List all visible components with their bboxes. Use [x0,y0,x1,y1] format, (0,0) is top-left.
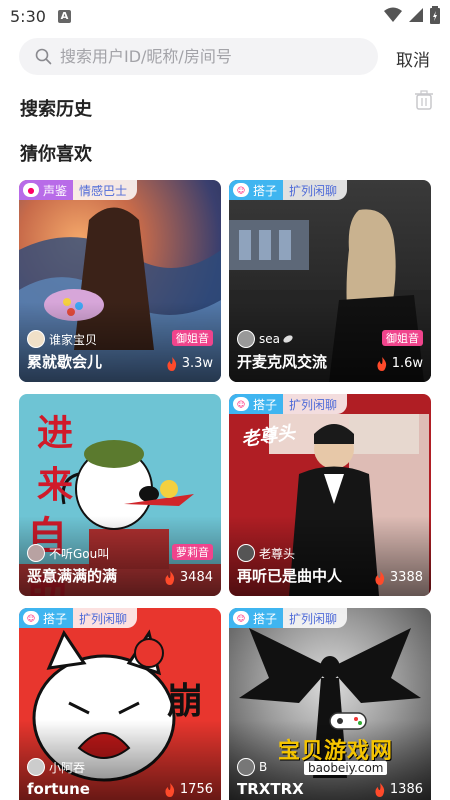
subcategory-tag: 扩列闲聊 [283,180,348,200]
host-name: B [259,760,268,774]
status-bar: 5:30 A [0,0,450,32]
flame-icon [167,356,176,371]
search-row: 取消 [0,38,450,78]
heat-count: 3388 [374,570,423,585]
emoji-icon: ☺ [233,183,249,197]
avatar [27,544,45,562]
avatar [237,544,255,562]
voice-icon: ● [23,183,39,197]
room-tags: ● 声鉴 情感巴士 [19,180,138,200]
search-box[interactable] [19,38,378,75]
flame-icon [165,782,175,797]
heat-count: 3.3w [166,356,213,371]
watermark-url: baobeiy.com [304,761,388,775]
subcategory-tag: 扩列闲聊 [283,608,348,628]
category-tag: ● 声鉴 [19,180,74,200]
emoji-icon: ☺ [233,397,249,411]
avatar [237,330,255,348]
host-name: 小阿吞 [49,760,86,775]
room-title: 再听已是曲中人 [237,567,343,585]
room-tags: ☺ 搭子 扩列闲聊 [229,180,348,200]
art-text-top: 进 来 [37,413,110,506]
status-icons [384,6,440,24]
avatar [27,758,45,776]
subcategory-tag: 扩列闲聊 [73,608,138,628]
search-icon [35,48,52,65]
room-tags: ☺ 搭子 扩列闲聊 [229,608,348,628]
room-title: fortune [27,780,90,798]
wifi-icon [384,7,402,22]
category-tag: ☺ 搭子 [19,608,74,628]
emoji-icon: ☺ [233,611,249,625]
gamepad-icon [329,712,367,730]
category-tag: ☺ 搭子 [229,608,284,628]
category-tag: ☺ 搭子 [229,180,284,200]
voice-badge: 御姐音 [382,330,423,346]
cancel-button[interactable]: 取消 [396,46,430,71]
heat-count: 1.6w [376,356,423,371]
site-watermark: 宝贝游戏网 baobeiy.com [278,712,423,785]
host-info: 不听Gou叫 [27,544,109,562]
host-info: B [237,758,267,776]
host-info: sea [237,330,293,348]
gender-icon [283,335,293,343]
battery-icon [430,6,440,24]
host-info: 小阿吞 [27,758,85,776]
room-card[interactable]: ☺ 搭子 扩列闲聊 sea 御姐音 开麦克风交流 1.6w [229,180,431,382]
search-history-title: 搜索历史 [20,99,92,120]
voice-badge: 御姐音 [172,330,213,346]
subcategory-tag: 情感巴士 [73,180,138,200]
status-time: 5:30 [10,6,46,26]
room-tags: ☺ 搭子 扩列闲聊 [229,394,348,414]
host-name: sea [259,332,280,346]
notification-icon: A [57,9,71,23]
room-card[interactable]: 进 来 自 助 不听Gou叫 萝莉音 恶意满满的满 3484 [19,394,221,596]
room-card[interactable]: ● 声鉴 情感巴士 谁家宝贝 御姐音 累就歇会儿 3.3w [19,180,221,382]
host-name: 不听Gou叫 [49,546,110,561]
search-input[interactable] [60,47,360,66]
room-tags: ☺ 搭子 扩列闲聊 [19,608,138,628]
room-title: 恶意满满的满 [27,567,118,585]
room-card[interactable]: 崩 ☺ 搭子 扩列闲聊 小阿吞 fortune 1756 [19,608,221,800]
host-info: 谁家宝贝 [27,330,97,348]
host-name: 老尊头 [259,546,296,561]
art-text: 崩 [167,681,204,722]
avatar [237,758,255,776]
flame-icon [165,570,175,585]
heat-count: 1756 [164,782,213,797]
emoji-icon: ☺ [23,611,39,625]
voice-badge: 萝莉音 [172,544,213,560]
heat-count: 3484 [164,570,213,585]
category-tag: ☺ 搭子 [229,394,284,414]
room-title: 开麦克风交流 [237,353,328,371]
signal-icon [409,8,423,22]
avatar [27,330,45,348]
subcategory-tag: 扩列闲聊 [283,394,348,414]
flame-icon [377,356,386,371]
host-info: 老尊头 [237,544,295,562]
room-card[interactable]: 老尊头 ☺ 搭子 扩列闲聊 老尊头 再听已是曲中人 3388 [229,394,431,596]
room-title: 累就歇会儿 [27,353,103,371]
host-name: 谁家宝贝 [49,332,98,347]
guess-you-like-title: 猜你喜欢 [20,144,92,165]
trash-icon[interactable] [415,90,433,110]
flame-icon [375,570,385,585]
